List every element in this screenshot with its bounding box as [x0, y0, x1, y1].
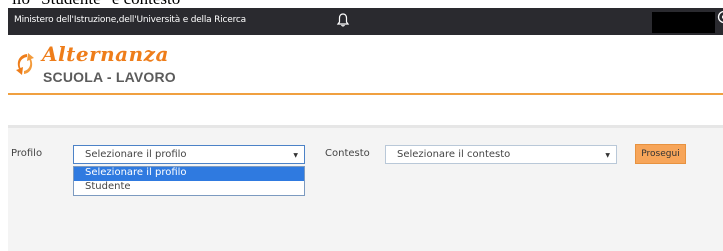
context-select-value: Selezionare il contesto: [397, 149, 511, 160]
profile-select[interactable]: Selezionare il profilo ▼: [73, 145, 305, 164]
context-select[interactable]: Selezionare il contesto ▼: [385, 145, 617, 164]
logo-title: Alternanza: [42, 42, 169, 66]
chevron-down-icon: ▼: [293, 152, 298, 159]
prosegui-button[interactable]: Prosegui: [635, 144, 686, 164]
clipped-caption-text: ilo "Studente" e contesto: [12, 0, 180, 8]
clipped-caption: ilo "Studente" e contesto: [0, 0, 723, 8]
dropdown-option[interactable]: Selezionare il profilo: [74, 167, 304, 181]
profile-select-value: Selezionare il profilo: [85, 149, 187, 160]
top-bar: Ministero dell'Istruzione,dell'Universit…: [8, 8, 723, 35]
context-label: Contesto: [325, 148, 370, 159]
spacer: [8, 95, 723, 127]
globe-icon[interactable]: [717, 10, 723, 24]
arrows-logo-icon: [16, 53, 34, 75]
chevron-down-icon: ▼: [605, 152, 610, 159]
profile-label: Profilo: [11, 148, 43, 159]
user-menu[interactable]: [652, 12, 715, 33]
dropdown-option-label: Selezionare il profilo: [85, 167, 187, 178]
logo-subtitle: SCUOLA - LAVORO: [43, 69, 176, 85]
ministry-title: Ministero dell'Istruzione,dell'Universit…: [14, 15, 246, 25]
dropdown-option[interactable]: Studente: [74, 181, 304, 195]
login-form: Profilo Selezionare il profilo ▼ Contest…: [8, 128, 723, 251]
dropdown-option-label: Studente: [85, 181, 131, 192]
bell-icon[interactable]: [336, 12, 350, 28]
site-logo[interactable]: Alternanza SCUOLA - LAVORO: [8, 35, 723, 93]
profile-dropdown-list: Selezionare il profilo Studente: [73, 166, 305, 196]
